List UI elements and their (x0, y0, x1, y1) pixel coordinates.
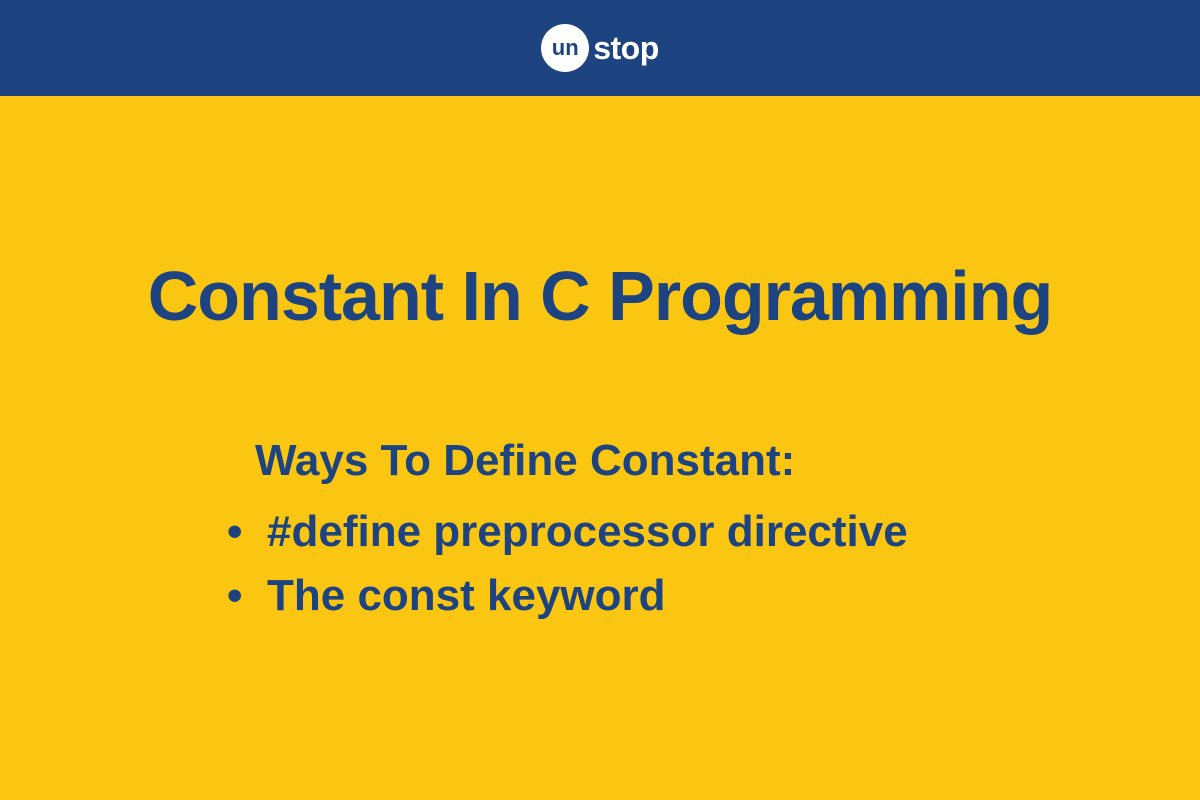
list-item: #define preprocessor directive (215, 500, 1105, 564)
page-title: Constant In C Programming (95, 256, 1105, 336)
logo-prefix: un (552, 35, 579, 61)
subtitle: Ways To Define Constant: (255, 436, 1105, 486)
logo-circle-icon: un (541, 24, 589, 72)
ways-list: #define preprocessor directive The const… (215, 500, 1105, 628)
header-bar: un stop (0, 0, 1200, 96)
brand-logo: un stop (541, 24, 659, 72)
content-area: Constant In C Programming Ways To Define… (0, 256, 1200, 628)
logo-suffix: stop (593, 30, 659, 67)
list-item: The const keyword (215, 564, 1105, 628)
